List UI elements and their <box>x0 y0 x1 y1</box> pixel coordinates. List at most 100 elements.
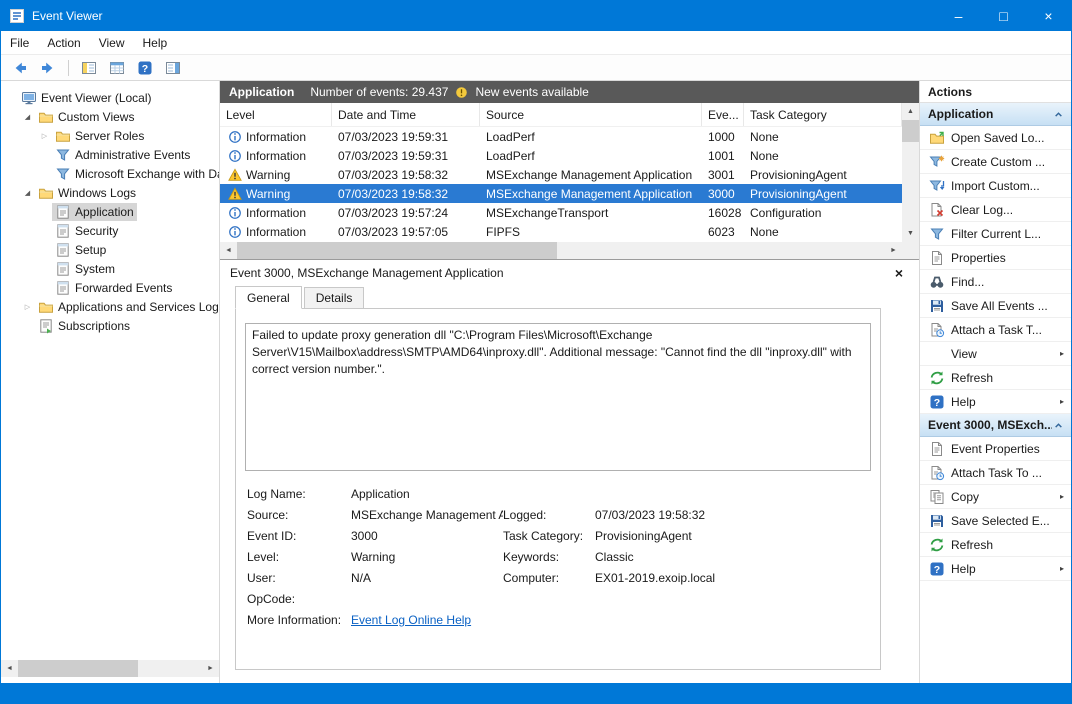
log-icon <box>55 204 71 220</box>
event-fields: Log Name:ApplicationSource:MSExchange Ma… <box>245 487 871 634</box>
field-logged-label: Logged: <box>503 508 595 529</box>
field-keywords-label: Keywords: <box>503 550 595 571</box>
event-row-3000[interactable]: Warning07/03/2023 19:58:32MSExchange Man… <box>220 184 902 203</box>
scroll-thumb[interactable] <box>902 120 919 142</box>
menu-view[interactable]: View <box>90 31 134 54</box>
action-item-event-properties[interactable]: Event Properties <box>920 437 1071 461</box>
scroll-left-button[interactable]: ◄ <box>1 660 18 677</box>
column-header-date-and-time[interactable]: Date and Time <box>332 103 480 126</box>
show-action-pane-button[interactable] <box>160 57 186 79</box>
tree-item-subscriptions[interactable]: Subscriptions <box>1 316 219 335</box>
action-item-refresh[interactable]: Refresh <box>920 533 1071 557</box>
tree-expanded-chevron-icon[interactable]: ◢ <box>20 113 35 121</box>
tree-item-custom-views[interactable]: ◢ Custom Views <box>1 107 219 126</box>
tree-item-server-roles[interactable]: ▷Server Roles <box>1 126 219 145</box>
action-item-help[interactable]: ?Help▸ <box>920 390 1071 414</box>
event-task-category: None <box>744 225 902 239</box>
action-item-attach-task-to[interactable]: Attach Task To ... <box>920 461 1071 485</box>
action-item-find[interactable]: Find... <box>920 270 1071 294</box>
action-item-create-custom[interactable]: Create Custom ... <box>920 150 1071 174</box>
tree-expanded-chevron-icon[interactable]: ◢ <box>20 189 35 197</box>
scroll-thumb[interactable] <box>18 660 138 677</box>
show-console-tree-button[interactable] <box>76 57 102 79</box>
maximize-button[interactable]: □ <box>981 1 1026 31</box>
action-item-refresh[interactable]: Refresh <box>920 366 1071 390</box>
column-header-task-category[interactable]: Task Category <box>744 103 902 126</box>
scroll-down-button[interactable]: ▼ <box>902 225 919 242</box>
scroll-track[interactable] <box>237 242 885 259</box>
action-item-save-all-events[interactable]: Save All Events ... <box>920 294 1071 318</box>
tree-collapsed-chevron-icon[interactable]: ▷ <box>37 132 52 140</box>
tree-item-windows-logs[interactable]: ◢Windows Logs <box>1 183 219 202</box>
tab-details[interactable]: Details <box>304 287 365 309</box>
field-event-id-value: 3000 <box>351 529 503 550</box>
action-item-help[interactable]: ?Help▸ <box>920 557 1071 581</box>
action-item-view[interactable]: View▸ <box>920 342 1071 366</box>
column-header-eve[interactable]: Eve... <box>702 103 744 126</box>
event-log-online-help-link[interactable]: Event Log Online Help <box>351 613 471 627</box>
menu-file[interactable]: File <box>1 31 38 54</box>
event-row-6023[interactable]: Information07/03/2023 19:57:05FIPFS6023N… <box>220 222 902 241</box>
toolbar-separator <box>68 60 69 76</box>
tree-item-microsoft-exchange-with-da[interactable]: Microsoft Exchange with Da <box>1 164 219 183</box>
back-button[interactable] <box>7 57 33 79</box>
action-item-save-selected-e[interactable]: Save Selected E... <box>920 509 1071 533</box>
tree-item-label: Custom Views <box>58 110 134 124</box>
action-item-label: Properties <box>951 251 1067 265</box>
menu-action[interactable]: Action <box>38 31 89 54</box>
scroll-right-button[interactable]: ► <box>202 660 219 677</box>
events-vertical-scrollbar[interactable]: ▲ ▼ <box>902 103 919 242</box>
tree-item-setup[interactable]: Setup <box>1 240 219 259</box>
tree-item-applications-and-services-logs[interactable]: ▷Applications and Services Logs <box>1 297 219 316</box>
tree-item-application[interactable]: Application <box>1 202 219 221</box>
action-item-open-saved-lo[interactable]: Open Saved Lo... <box>920 126 1071 150</box>
field-more-information-value: Event Log Online Help <box>351 613 503 634</box>
event-row-16028[interactable]: Information07/03/2023 19:57:24MSExchange… <box>220 203 902 222</box>
action-item-import-custom[interactable]: Import Custom... <box>920 174 1071 198</box>
menu-help[interactable]: Help <box>134 31 177 54</box>
log-icon <box>55 261 71 277</box>
column-header-source[interactable]: Source <box>480 103 702 126</box>
close-icon[interactable]: × <box>889 265 909 281</box>
tree-item-administrative-events[interactable]: Administrative Events <box>1 145 219 164</box>
tab-general[interactable]: General <box>235 286 302 309</box>
action-item-copy[interactable]: Copy▸ <box>920 485 1071 509</box>
events-horizontal-scrollbar[interactable]: ◄ ► <box>220 242 902 259</box>
event-row-3001[interactable]: Warning07/03/2023 19:58:32MSExchange Man… <box>220 165 902 184</box>
action-item-attach-a-task-t[interactable]: Attach a Task T... <box>920 318 1071 342</box>
tree-collapsed-chevron-icon[interactable]: ▷ <box>20 303 35 311</box>
event-row-1001[interactable]: Information07/03/2023 19:59:31LoadPerf10… <box>220 146 902 165</box>
tree-horizontal-scrollbar[interactable]: ◄ ► <box>1 660 219 677</box>
action-item-clear-log[interactable]: Clear Log... <box>920 198 1071 222</box>
view-icon <box>929 346 945 362</box>
tree-item-inner: System <box>52 260 118 278</box>
action-item-properties[interactable]: Properties <box>920 246 1071 270</box>
help-button[interactable]: ? <box>132 57 158 79</box>
scroll-up-button[interactable]: ▲ <box>902 103 919 120</box>
computer-icon <box>21 90 37 106</box>
scroll-right-button[interactable]: ► <box>885 242 902 259</box>
tree-item-forwarded-events[interactable]: Forwarded Events <box>1 278 219 297</box>
events-panel: Application Number of events: 29.437 New… <box>220 81 920 683</box>
tree-item-event-viewer-local[interactable]: Event Viewer (Local) <box>1 88 219 107</box>
action-group-header-event-3000-msexch[interactable]: Event 3000, MSExch... <box>920 414 1071 437</box>
minimize-button[interactable]: – <box>936 1 981 31</box>
close-button[interactable]: × <box>1026 1 1071 31</box>
scroll-track[interactable] <box>902 120 919 225</box>
action-item-label: Filter Current L... <box>951 227 1067 241</box>
column-header-level[interactable]: Level <box>220 103 332 126</box>
chevron-up-icon[interactable] <box>1052 108 1065 121</box>
forward-button[interactable] <box>35 57 61 79</box>
action-group-header-application[interactable]: Application <box>920 103 1071 126</box>
event-row-1000[interactable]: Information07/03/2023 19:59:31LoadPerf10… <box>220 127 902 146</box>
tree-item-system[interactable]: System <box>1 259 219 278</box>
scroll-thumb[interactable] <box>237 242 557 259</box>
action-item-filter-current-l[interactable]: Filter Current L... <box>920 222 1071 246</box>
import-view-icon <box>929 178 945 194</box>
tree-item-security[interactable]: Security <box>1 221 219 240</box>
export-list-button[interactable] <box>104 57 130 79</box>
scroll-left-button[interactable]: ◄ <box>220 242 237 259</box>
field-user-label: User: <box>247 571 351 592</box>
scroll-track[interactable] <box>18 660 202 677</box>
chevron-up-icon[interactable] <box>1052 419 1065 432</box>
